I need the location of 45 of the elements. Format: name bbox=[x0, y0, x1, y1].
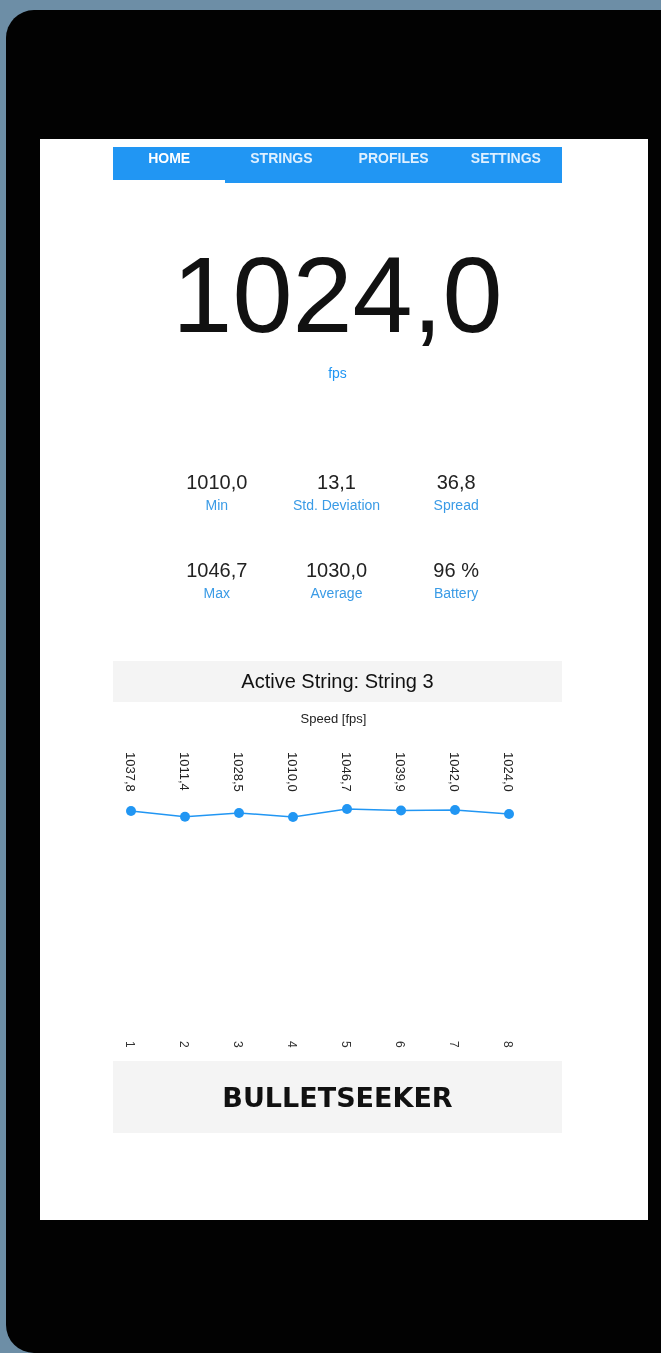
data-point bbox=[396, 805, 406, 816]
data-point bbox=[342, 804, 352, 815]
stat-value: 1010,0 bbox=[186, 471, 248, 494]
data-point bbox=[288, 812, 298, 822]
stat-label: Battery bbox=[433, 585, 479, 601]
tab[interactable]: SETTINGS bbox=[449, 147, 562, 183]
data-point bbox=[126, 805, 136, 816]
stat-value: 1046,7 bbox=[186, 559, 248, 582]
x-tick-label: 3 bbox=[231, 1041, 245, 1048]
value-label: 1037,8 bbox=[123, 752, 138, 792]
brand-name: BULLETSEEKER bbox=[222, 1081, 453, 1113]
stat-label: Spread bbox=[433, 497, 479, 513]
stat-value: 96 % bbox=[433, 559, 479, 582]
stat-label: Max bbox=[203, 585, 231, 601]
stat-value: 36,8 bbox=[436, 471, 476, 494]
speed-reading: 1024,0 bbox=[171, 241, 504, 349]
value-label: 1039,9 bbox=[393, 752, 408, 792]
value-label: 1011,4 bbox=[177, 752, 192, 791]
unit-label: fps bbox=[327, 365, 348, 381]
data-point bbox=[180, 811, 190, 822]
x-tick-label: 1 bbox=[123, 1041, 137, 1048]
chart-title: Speed [fps] bbox=[300, 711, 367, 726]
value-label: 1024,0 bbox=[501, 752, 516, 792]
stat-label: Std. Deviation bbox=[292, 497, 381, 513]
tab[interactable]: PROFILES bbox=[337, 147, 450, 183]
x-tick-label: 7 bbox=[447, 1041, 461, 1048]
stat-label: Min bbox=[205, 497, 229, 513]
x-tick-label: 4 bbox=[285, 1041, 299, 1048]
value-label: 1010,0 bbox=[285, 752, 300, 792]
stat-value: 13,1 bbox=[317, 471, 356, 494]
data-point bbox=[450, 805, 460, 816]
x-tick-label: 5 bbox=[339, 1041, 353, 1048]
x-tick-label: 8 bbox=[501, 1041, 515, 1048]
tab[interactable]: HOME bbox=[113, 147, 226, 183]
value-label: 1042,0 bbox=[447, 752, 462, 792]
active-string-bar: Active String: String 3 bbox=[113, 661, 562, 702]
tab[interactable]: STRINGS bbox=[225, 147, 338, 183]
value-label: 1028,5 bbox=[231, 752, 246, 792]
x-tick-label: 2 bbox=[177, 1041, 191, 1048]
x-tick-label: 6 bbox=[393, 1041, 407, 1048]
data-point bbox=[504, 808, 514, 819]
value-label: 1046,7 bbox=[339, 752, 354, 792]
data-point bbox=[234, 808, 244, 818]
stat-label: Average bbox=[310, 585, 363, 601]
stat-value: 1030,0 bbox=[305, 559, 368, 582]
